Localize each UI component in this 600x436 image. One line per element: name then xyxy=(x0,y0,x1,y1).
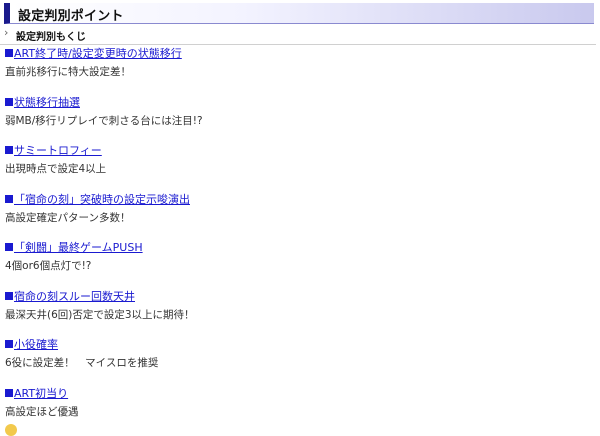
square-bullet-icon xyxy=(5,98,13,106)
list-item: ART終了時/設定変更時の状態移行 直前兆移行に特大設定差！ xyxy=(5,47,595,79)
entry-link[interactable]: 小役確率 xyxy=(5,338,595,352)
entry-description: 出現時点で設定4以上 xyxy=(5,163,107,175)
entry-link[interactable]: ART終了時/設定変更時の状態移行 xyxy=(5,47,595,61)
entry-link[interactable]: 「宿命の刻」突破時の設定示唆演出 xyxy=(5,193,595,207)
entry-link[interactable]: サミートロフィー xyxy=(5,144,595,158)
square-bullet-icon xyxy=(5,340,13,348)
list-item: 小役確率 6役に設定差！ マイスロを推奨 xyxy=(5,338,595,370)
entry-link[interactable]: 状態移行抽選 xyxy=(5,96,595,110)
chevron-right-icon: › xyxy=(4,26,9,39)
square-bullet-icon xyxy=(5,49,13,57)
breadcrumb-label[interactable]: 設定判別もくじ xyxy=(16,28,86,43)
square-bullet-icon xyxy=(5,146,13,154)
section-header: 設定判別ポイント xyxy=(4,3,594,24)
breadcrumb[interactable]: › 設定判別もくじ xyxy=(0,26,596,45)
page-title: 設定判別ポイント xyxy=(18,9,124,24)
list-item: ART初当り 高設定ほど優遇 xyxy=(5,387,595,419)
entry-description: 最深天井(6回)否定で設定3以上に期待！ xyxy=(5,309,195,321)
square-bullet-icon xyxy=(5,292,13,300)
square-bullet-icon xyxy=(5,195,13,203)
square-bullet-icon xyxy=(5,243,13,251)
partial-icon xyxy=(5,424,17,436)
square-bullet-icon xyxy=(5,389,13,397)
list-item: サミートロフィー 出現時点で設定4以上 xyxy=(5,144,595,176)
list-item: 宿命の刻スルー回数天井 最深天井(6回)否定で設定3以上に期待！ xyxy=(5,290,595,322)
entry-link[interactable]: 「剣闘」最終ゲームPUSH xyxy=(5,241,595,255)
entry-description: 弱MB/移行リプレイで刺さる台には注目!? xyxy=(5,115,203,127)
entry-link[interactable]: 宿命の刻スルー回数天井 xyxy=(5,290,595,304)
list-item: 「剣闘」最終ゲームPUSH 4個or6個点灯で!? xyxy=(5,241,595,273)
entry-link[interactable]: ART初当り xyxy=(5,387,595,401)
list-item: 「宿命の刻」突破時の設定示唆演出 高設定確定パターン多数！ xyxy=(5,193,595,225)
entry-description: 6役に設定差！ マイスロを推奨 xyxy=(5,357,159,369)
entry-description: 高設定確定パターン多数！ xyxy=(5,212,131,224)
entry-description: 4個or6個点灯で!? xyxy=(5,260,92,272)
entry-description: 直前兆移行に特大設定差！ xyxy=(5,66,131,78)
entry-description: 高設定ほど優遇 xyxy=(5,406,79,418)
list-item: 状態移行抽選 弱MB/移行リプレイで刺さる台には注目!? xyxy=(5,96,595,128)
